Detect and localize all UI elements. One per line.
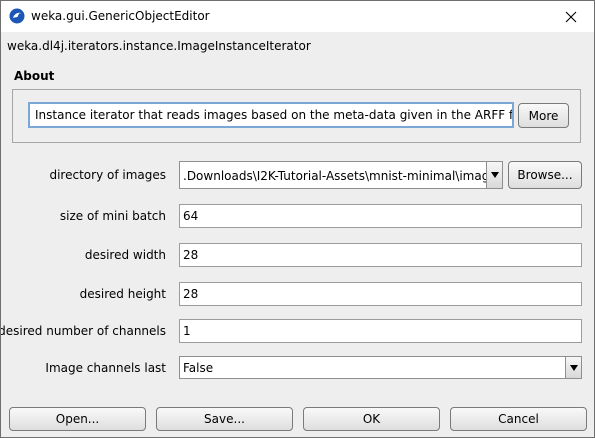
- directory-of-images-value: .Downloads\I2K-Tutorial-Assets\mnist-min…: [183, 169, 503, 183]
- more-button[interactable]: More: [518, 103, 569, 128]
- title-bar[interactable]: weka.gui.GenericObjectEditor: [1, 1, 594, 32]
- desired-height-label: desired height: [79, 287, 166, 301]
- window-title: weka.gui.GenericObjectEditor: [31, 9, 210, 23]
- desired-number-of-channels-field[interactable]: 1: [179, 319, 582, 343]
- desired-width-label: desired width: [84, 248, 166, 262]
- image-channels-last-label: Image channels last: [45, 361, 166, 375]
- class-name-label: weka.dl4j.iterators.instance.ImageInstan…: [7, 39, 311, 53]
- image-channels-last-combo[interactable]: False: [179, 356, 582, 379]
- desired-height-field[interactable]: 28: [179, 282, 582, 306]
- ok-button[interactable]: OK: [303, 407, 440, 431]
- desired-width-field[interactable]: 28: [179, 243, 582, 267]
- directory-of-images-combo[interactable]: .Downloads\I2K-Tutorial-Assets\mnist-min…: [179, 161, 503, 189]
- save-button[interactable]: Save...: [156, 407, 293, 431]
- weka-bird-icon: [9, 8, 25, 24]
- about-panel: Instance iterator that reads images base…: [12, 89, 581, 143]
- cancel-button[interactable]: Cancel: [450, 407, 587, 431]
- generic-object-editor-window: weka.gui.GenericObjectEditor weka.dl4j.i…: [0, 0, 595, 438]
- directory-dropdown-arrow[interactable]: [486, 162, 502, 188]
- about-heading: About: [14, 69, 55, 83]
- image-channels-last-value: False: [183, 361, 214, 375]
- size-of-mini-batch-field[interactable]: 64: [179, 204, 582, 228]
- open-button[interactable]: Open...: [9, 407, 146, 431]
- chevron-down-icon: [490, 172, 499, 178]
- directory-of-images-label: directory of images: [49, 168, 166, 182]
- desired-number-of-channels-label: desired number of channels: [0, 324, 166, 338]
- browse-button[interactable]: Browse...: [508, 161, 582, 189]
- close-button[interactable]: [548, 1, 594, 32]
- about-description-field[interactable]: Instance iterator that reads images base…: [28, 102, 514, 128]
- size-of-mini-batch-label: size of mini batch: [59, 209, 166, 223]
- chevron-down-icon: [569, 364, 578, 371]
- image-channels-dropdown-arrow[interactable]: [565, 357, 581, 378]
- close-icon: [565, 11, 577, 22]
